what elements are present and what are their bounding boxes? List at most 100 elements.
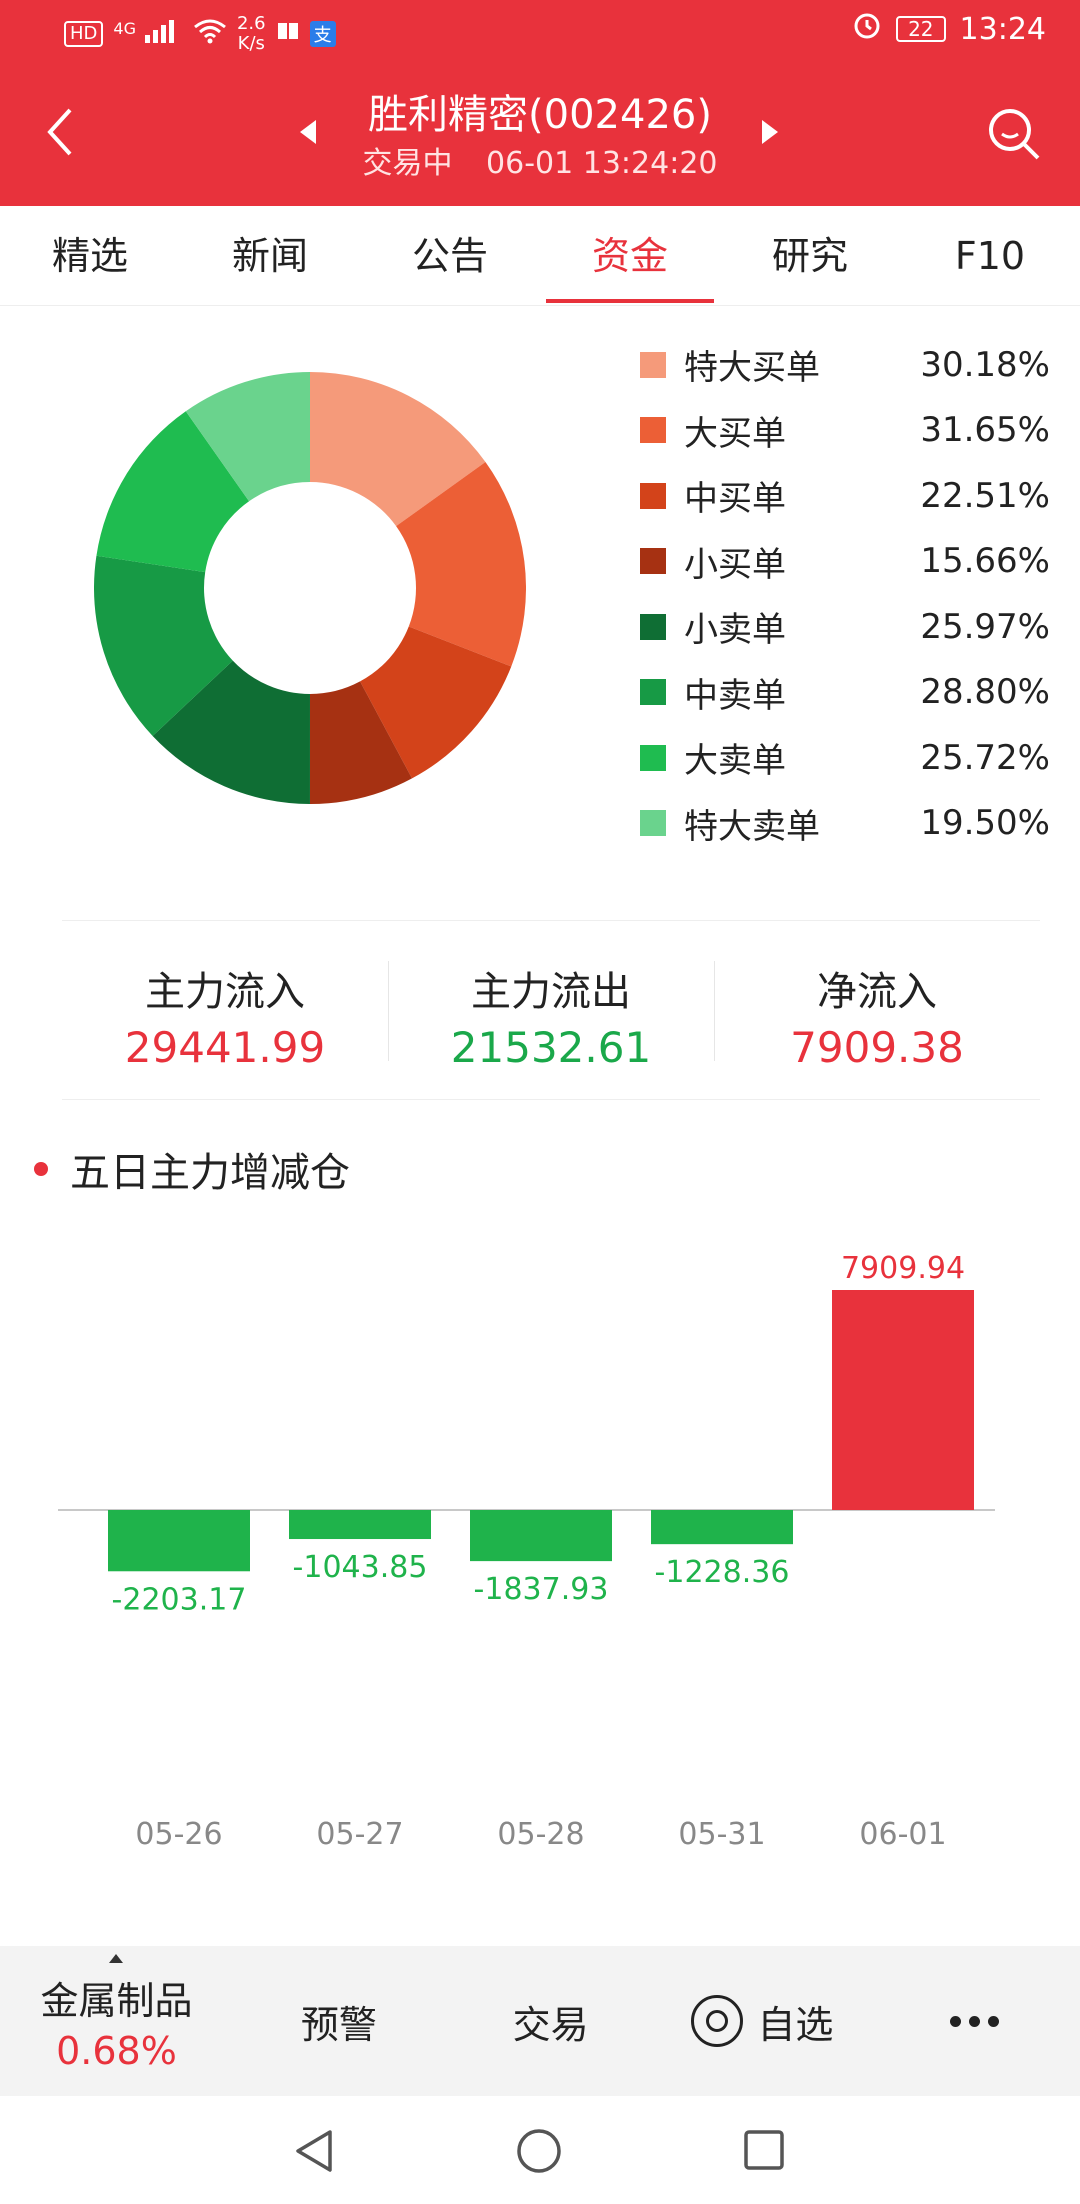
bar	[832, 1290, 974, 1510]
donut-legend: 特大买单 30.18% 大买单 31.65% 中买单 22.51% 小买单 15.66% 小卖单…	[640, 332, 1050, 856]
bar-category-label: 05-26	[135, 1817, 222, 1852]
bottom-action-bar: 金属制品 0.68% 预警 交易 自选	[0, 1946, 1080, 2096]
legend-swatch	[640, 548, 666, 575]
tab-bar: 精选 新闻 公告 资金 研究 F10	[0, 206, 1080, 306]
legend-swatch	[640, 417, 666, 444]
favorite-button[interactable]: 自选	[656, 1994, 868, 2049]
more-button[interactable]	[868, 2015, 1080, 2027]
system-back-icon[interactable]	[292, 2128, 336, 2174]
legend-label: 特大卖单	[684, 806, 820, 847]
bar-value-label: -1837.93	[474, 1572, 609, 1607]
main-flow-summary: 主力流入 29441.99 主力流出 21532.61 净流入 7909.38	[62, 920, 1040, 1100]
status-bar: HD 4G 2.6 K/s 支 22 13:24	[0, 0, 1080, 66]
bar-value-label: -2203.17	[112, 1582, 247, 1617]
legend-item: 特大买单 30.18%	[640, 332, 1050, 398]
tab-funds[interactable]: 资金	[540, 206, 720, 305]
stock-title: 胜利精密(002426)	[368, 92, 712, 138]
legend-label: 大卖单	[684, 741, 786, 782]
tab-featured[interactable]: 精选	[0, 206, 180, 305]
network-speed: 2.6 K/s	[236, 13, 266, 54]
sector-button[interactable]: 金属制品 0.68%	[0, 1953, 233, 2073]
legend-label: 特大买单	[684, 348, 820, 389]
tab-f10[interactable]: F10	[900, 206, 1080, 305]
legend-item: 大卖单 25.72%	[640, 725, 1050, 791]
legend-label: 中买单	[684, 479, 786, 520]
main-outflow-label: 主力流出	[471, 969, 631, 1015]
favorite-icon	[691, 1995, 744, 2047]
wifi-icon	[193, 18, 227, 50]
legend-value: 30.18%	[920, 344, 1050, 385]
legend-label: 小买单	[684, 544, 786, 585]
bar-value-label: -1228.36	[655, 1555, 790, 1590]
bar-category-label: 05-28	[497, 1817, 584, 1852]
section-title: 五日主力增减仓	[70, 1150, 350, 1196]
legend-label: 大买单	[684, 413, 786, 454]
net-inflow-label: 净流入	[817, 969, 937, 1015]
next-stock-icon[interactable]	[762, 120, 778, 144]
legend-swatch	[640, 810, 666, 837]
main-inflow: 主力流入 29441.99	[62, 921, 388, 1099]
search-icon[interactable]	[984, 104, 1044, 164]
tab-news[interactable]: 新闻	[180, 206, 360, 305]
stock-subtitle: 交易中 06-01 13:24:20	[0, 138, 1080, 182]
alipay-icon: 支	[309, 21, 336, 47]
legend-item: 大买单 31.65%	[640, 398, 1050, 464]
legend-swatch	[640, 679, 666, 706]
status-left: HD 4G 2.6 K/s 支	[64, 14, 336, 54]
book-icon	[276, 21, 300, 47]
five-day-bar-chart: -2203.17 05-26 -1043.85 05-27 -1837.93 05-28 -…	[58, 1251, 995, 1852]
main-inflow-label: 主力流入	[145, 969, 305, 1015]
bar	[651, 1510, 793, 1545]
main-outflow: 主力流出 21532.61	[388, 921, 714, 1099]
bar-category-label: 06-01	[859, 1817, 946, 1852]
system-nav-bar	[0, 2096, 1080, 2204]
trade-button[interactable]: 交易	[445, 1994, 657, 2049]
section-dot-icon	[34, 1162, 48, 1176]
main-inflow-value: 29441.99	[124, 1023, 326, 1072]
legend-value: 22.51%	[920, 475, 1050, 516]
trade-datetime: 06-01 13:24:20	[486, 146, 718, 181]
legend-item: 中买单 22.51%	[640, 463, 1050, 529]
hd-badge: HD	[64, 21, 104, 47]
tab-research[interactable]: 研究	[720, 206, 900, 305]
status-right: 22 13:24	[852, 10, 1046, 48]
system-recents-icon[interactable]	[742, 2128, 786, 2172]
favorite-label: 自选	[757, 2002, 834, 2047]
sector-change: 0.68%	[56, 2028, 177, 2073]
bar	[470, 1510, 612, 1562]
tab-announcements[interactable]: 公告	[360, 206, 540, 305]
main-outflow-value: 21532.61	[450, 1023, 652, 1072]
legend-swatch	[640, 351, 666, 378]
fund-flow-donut-chart	[94, 372, 526, 804]
legend-value: 25.97%	[920, 606, 1050, 647]
net-inflow: 净流入 7909.38	[714, 921, 1040, 1099]
signal-icon: 4G	[113, 19, 183, 49]
bar	[108, 1510, 250, 1572]
legend-value: 25.72%	[920, 737, 1050, 778]
nav-bar: 胜利精密(002426) 交易中 06-01 13:24:20	[0, 66, 1080, 206]
bar	[289, 1510, 431, 1540]
bar-value-label: -1043.85	[293, 1550, 428, 1585]
trade-state: 交易中	[362, 146, 453, 181]
bar-value-label: 7909.94	[841, 1251, 965, 1286]
alarm-icon	[852, 10, 882, 48]
legend-swatch	[640, 744, 666, 771]
caret-up-icon	[109, 1953, 124, 1963]
bar-category-label: 05-27	[316, 1817, 403, 1852]
sector-name: 金属制品	[40, 1978, 193, 2023]
legend-item: 特大卖单 19.50%	[640, 791, 1050, 857]
system-home-icon[interactable]	[516, 2128, 562, 2174]
more-icon	[868, 2015, 1080, 2027]
legend-value: 15.66%	[920, 541, 1050, 582]
legend-swatch	[640, 613, 666, 640]
legend-label: 小卖单	[684, 610, 786, 651]
legend-value: 19.50%	[920, 803, 1050, 844]
alert-button[interactable]: 预警	[233, 1994, 445, 2049]
battery-icon: 22	[896, 16, 946, 42]
legend-value: 31.65%	[920, 410, 1050, 451]
legend-value: 28.80%	[920, 672, 1050, 713]
bar-category-label: 05-31	[678, 1817, 765, 1852]
legend-swatch	[640, 482, 666, 509]
legend-item: 小卖单 25.97%	[640, 594, 1050, 660]
legend-item: 中卖单 28.80%	[640, 660, 1050, 726]
